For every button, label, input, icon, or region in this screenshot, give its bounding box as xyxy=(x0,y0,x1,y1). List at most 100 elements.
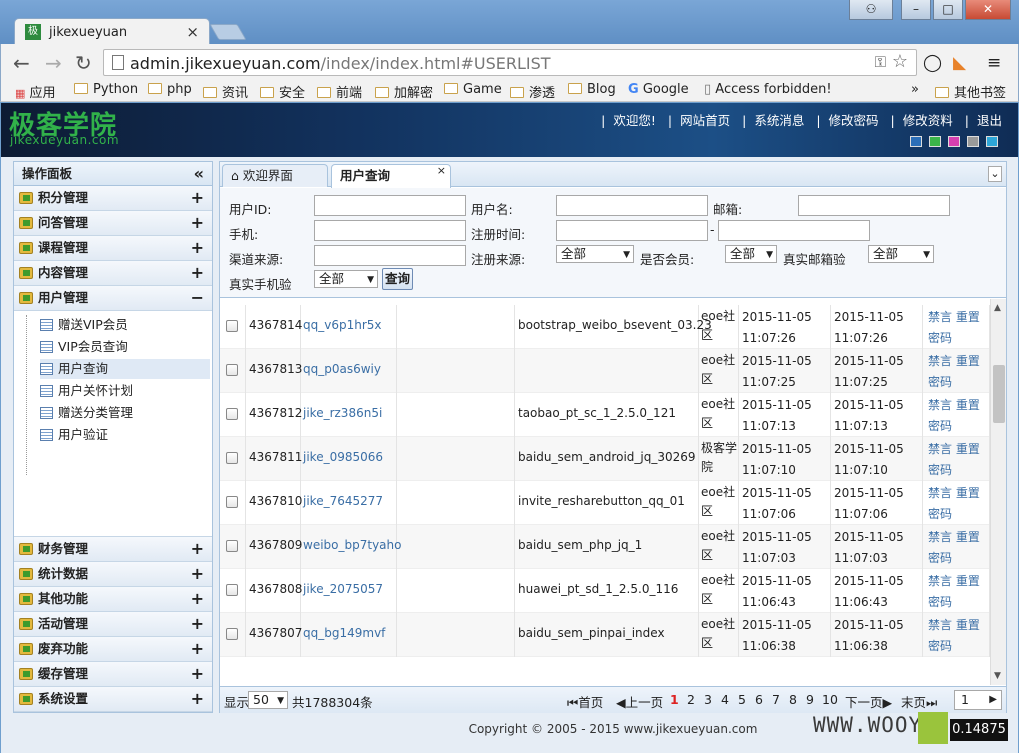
sidebar-item-user-verify[interactable]: 用户验证 xyxy=(40,425,210,445)
bookmark-security[interactable]: 安全 xyxy=(260,82,305,101)
real-phone-select[interactable]: 全部 xyxy=(314,270,378,288)
bookmark-other[interactable]: 其他书签 xyxy=(935,82,1006,101)
sidebar-group-settings[interactable]: 系统设置 + xyxy=(14,687,212,712)
sidebar-item-user-query[interactable]: 用户查询 xyxy=(40,359,210,379)
mute-link[interactable]: 禁言 xyxy=(928,310,952,324)
bookmark-game[interactable]: Game xyxy=(444,82,502,97)
expand-icon[interactable]: + xyxy=(191,537,204,561)
prev-page-button[interactable]: ◀上一页 xyxy=(616,692,663,711)
page-8[interactable]: 8 xyxy=(789,692,797,707)
mute-link[interactable]: 禁言 xyxy=(928,530,952,544)
extension-ring-icon[interactable]: ◯ xyxy=(923,53,942,73)
nav-change-password[interactable]: 修改密码 xyxy=(829,113,879,128)
profile-icon[interactable]: ⚇ xyxy=(849,0,893,20)
mute-link[interactable]: 禁言 xyxy=(928,354,952,368)
theme-green-swatch[interactable] xyxy=(929,136,941,147)
more-bookmarks-icon[interactable]: » xyxy=(911,82,919,97)
email-input[interactable] xyxy=(798,195,950,216)
bookmark-php[interactable]: php xyxy=(148,82,192,97)
theme-cyan-swatch[interactable] xyxy=(986,136,998,147)
cell-username-link[interactable]: jike_2075057 xyxy=(303,582,383,596)
expand-icon[interactable]: + xyxy=(191,261,204,285)
row-checkbox[interactable] xyxy=(226,584,238,596)
user-id-input[interactable] xyxy=(314,195,466,216)
back-arrow-icon[interactable]: ← xyxy=(13,51,30,75)
bookmark-apps[interactable]: ▦ 应用 xyxy=(15,82,56,101)
bookmark-news[interactable]: 资讯 xyxy=(203,82,248,101)
sidebar-group-other[interactable]: 其他功能 + xyxy=(14,587,212,612)
cell-username-link[interactable]: jike_7645277 xyxy=(303,494,383,508)
collapse-icon[interactable]: « xyxy=(194,162,204,186)
sidebar-group-deprecated[interactable]: 废弃功能 + xyxy=(14,637,212,662)
tab-close-icon[interactable]: × xyxy=(186,23,199,41)
mute-link[interactable]: 禁言 xyxy=(928,574,952,588)
address-bar[interactable]: admin.jikexueyuan.com/index/index.html#U… xyxy=(103,49,917,76)
sidebar-group-users[interactable]: 用户管理 − xyxy=(14,286,212,311)
username-input[interactable] xyxy=(556,195,708,216)
cell-username-link[interactable]: qq_v6p1hr5x xyxy=(303,318,382,332)
expand-icon[interactable]: + xyxy=(191,211,204,235)
page-6[interactable]: 6 xyxy=(755,692,763,707)
expand-icon[interactable]: + xyxy=(191,562,204,586)
bookmark-google[interactable]: G Google xyxy=(628,82,689,97)
page-5[interactable]: 5 xyxy=(738,692,746,707)
expand-icon[interactable]: + xyxy=(191,662,204,686)
expand-icon[interactable]: + xyxy=(191,612,204,636)
row-checkbox[interactable] xyxy=(226,408,238,420)
sidebar-group-activities[interactable]: 活动管理 + xyxy=(14,612,212,637)
theme-gray-swatch[interactable] xyxy=(967,136,979,147)
forward-arrow-icon[interactable]: → xyxy=(45,51,62,75)
sidebar-group-content[interactable]: 内容管理 + xyxy=(14,261,212,286)
expand-icon[interactable]: + xyxy=(191,687,204,711)
nav-logout[interactable]: 退出 xyxy=(977,113,1002,128)
phone-input[interactable] xyxy=(314,220,466,241)
sidebar-group-courses[interactable]: 课程管理 + xyxy=(14,236,212,261)
real-email-select[interactable]: 全部 xyxy=(868,245,934,263)
cell-username-link[interactable]: jike_0985066 xyxy=(303,450,383,464)
bookmark-blog[interactable]: Blog xyxy=(568,82,616,97)
nav-home[interactable]: 网站首页 xyxy=(680,113,730,128)
row-checkbox[interactable] xyxy=(226,364,238,376)
page-number-input[interactable]: 1 ▶ xyxy=(954,690,1002,710)
expand-icon[interactable]: + xyxy=(191,637,204,661)
reg-source-select[interactable]: 全部 xyxy=(556,245,634,263)
maximize-icon[interactable]: □ xyxy=(933,0,963,20)
theme-pink-swatch[interactable] xyxy=(948,136,960,147)
bookmark-access-forbidden[interactable]: ▯ Access forbidden! xyxy=(704,82,832,97)
cell-username-link[interactable]: qq_bg149mvf xyxy=(303,626,385,640)
sidebar-item-user-care[interactable]: 用户关怀计划 xyxy=(40,381,210,401)
sidebar-item-gift-category[interactable]: 赠送分类管理 xyxy=(40,403,210,423)
bookmark-frontend[interactable]: 前端 xyxy=(317,82,362,101)
go-arrow-icon[interactable]: ▶ xyxy=(989,691,997,709)
tab-menu-icon[interactable]: ⌄ xyxy=(988,166,1002,182)
page-9[interactable]: 9 xyxy=(806,692,814,707)
reg-time-end-input[interactable] xyxy=(718,220,870,241)
query-button[interactable]: 查询 xyxy=(382,268,413,290)
bookmark-python[interactable]: Python xyxy=(74,82,138,97)
mute-link[interactable]: 禁言 xyxy=(928,486,952,500)
nav-edit-profile[interactable]: 修改资料 xyxy=(903,113,953,128)
reload-icon[interactable]: ↻ xyxy=(75,51,92,75)
sidebar-group-qa[interactable]: 问答管理 + xyxy=(14,211,212,236)
page-2[interactable]: 2 xyxy=(687,692,695,707)
row-checkbox[interactable] xyxy=(226,452,238,464)
sidebar-item-vip-query[interactable]: VIP会员查询 xyxy=(40,337,210,357)
page-3[interactable]: 3 xyxy=(704,692,712,707)
last-page-button[interactable]: 末页⏭ xyxy=(901,692,937,711)
row-checkbox[interactable] xyxy=(226,496,238,508)
row-checkbox[interactable] xyxy=(226,628,238,640)
page-1[interactable]: 1 xyxy=(670,692,679,707)
theme-blue-swatch[interactable] xyxy=(910,136,922,147)
tab-user-query[interactable]: 用户查询 × xyxy=(331,164,451,188)
minimize-icon[interactable]: – xyxy=(901,0,931,20)
page-10[interactable]: 10 xyxy=(822,692,838,707)
sidebar-group-finance[interactable]: 财务管理 + xyxy=(14,537,212,562)
menu-icon[interactable]: ≡ xyxy=(987,53,1001,73)
table-scrollbar[interactable]: ▲ ▼ xyxy=(990,299,1006,685)
cell-username-link[interactable]: weibo_bp7tyaho xyxy=(303,538,401,552)
close-tab-icon[interactable]: × xyxy=(437,160,446,181)
mute-link[interactable]: 禁言 xyxy=(928,442,952,456)
expand-icon[interactable]: + xyxy=(191,186,204,210)
per-page-select[interactable]: 50 ▼ xyxy=(248,691,288,709)
sidebar-item-gift-vip[interactable]: 赠送VIP会员 xyxy=(40,315,210,335)
